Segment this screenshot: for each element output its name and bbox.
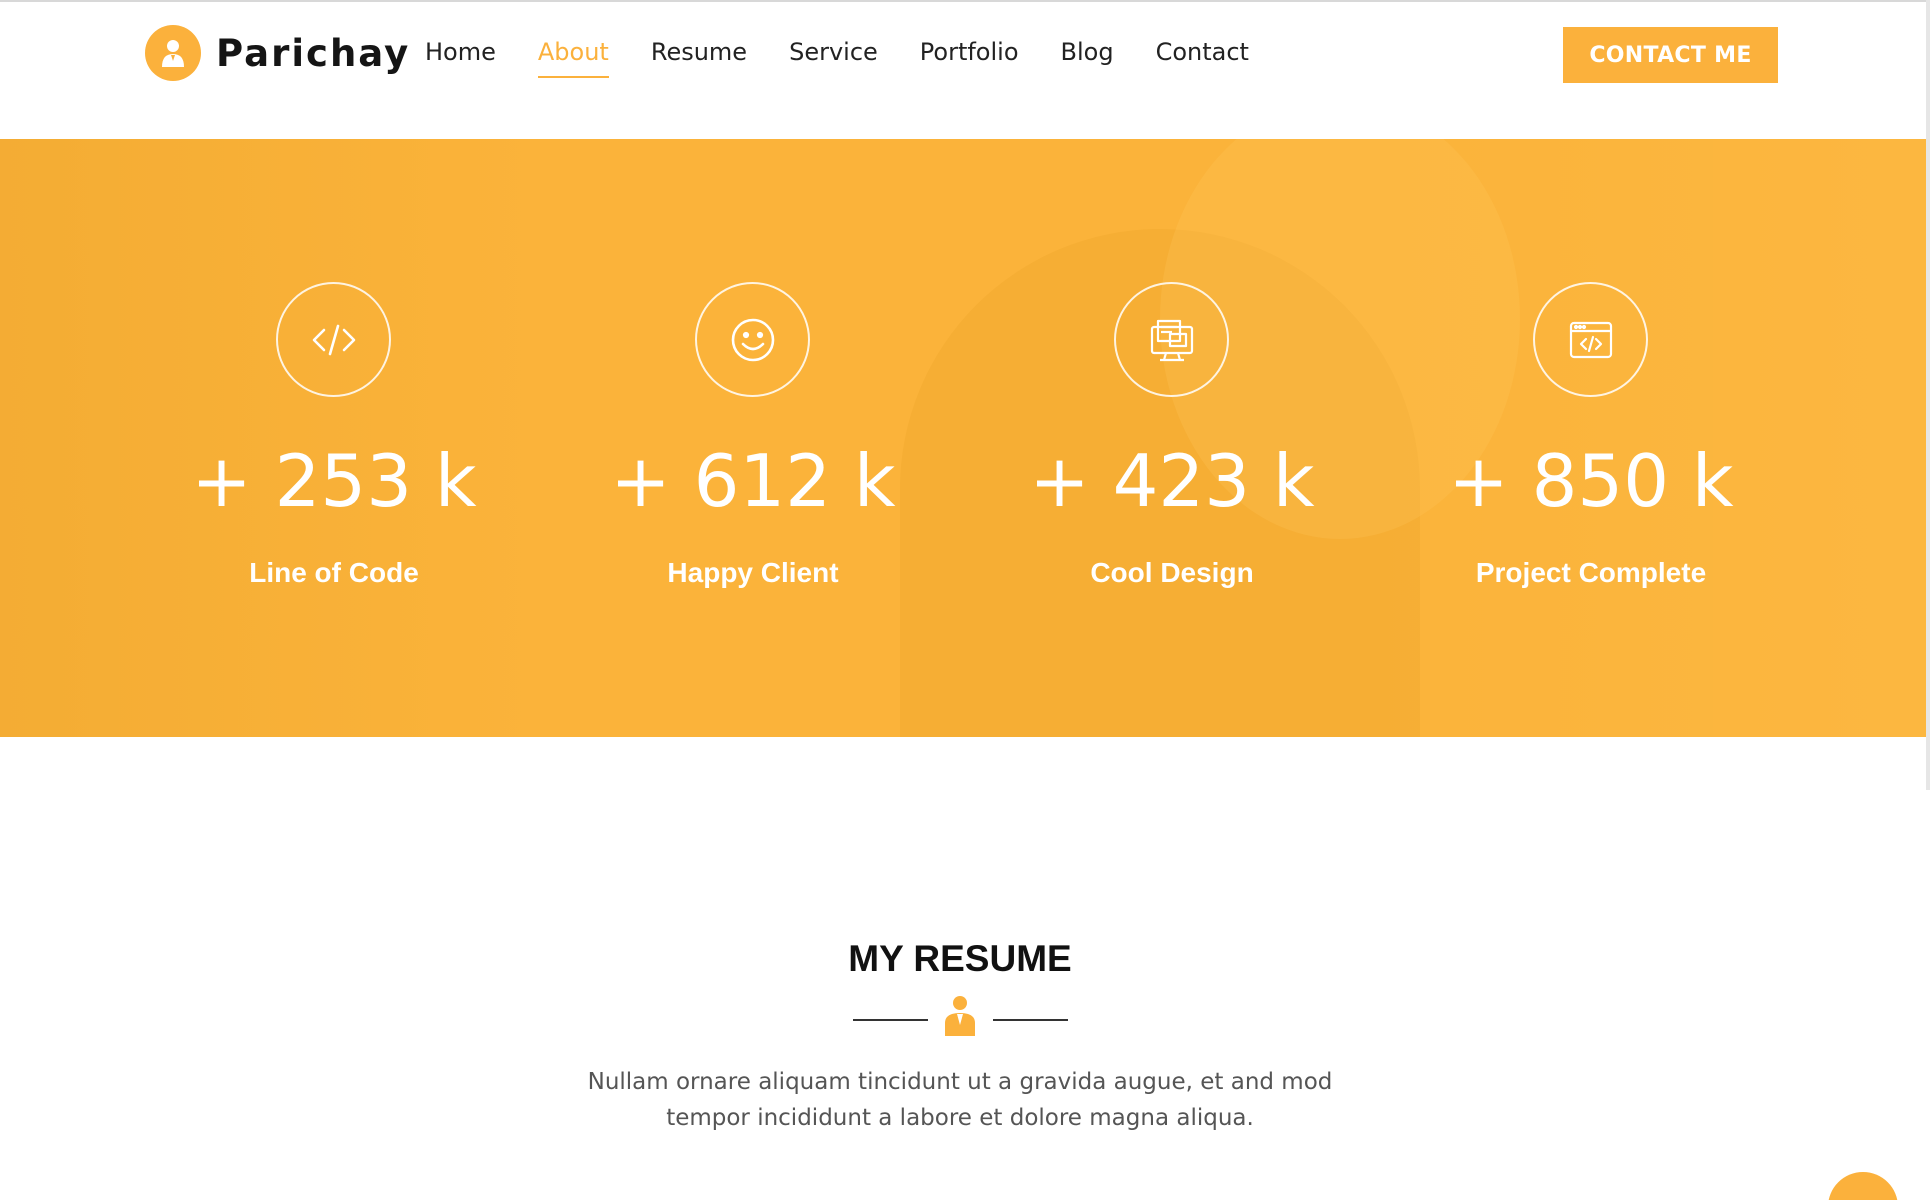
brand-logo[interactable]: Parichay (145, 25, 410, 81)
counter-label: Project Complete (1475, 557, 1707, 588)
counter-label: Happy Client (667, 557, 839, 588)
counter-value: + 612 k (610, 439, 896, 523)
site-header: Parichay Home About Resume Service Portf… (0, 2, 1930, 139)
counter-label: Line of Code (249, 557, 419, 588)
brand-name: Parichay (216, 31, 411, 75)
monitor-design-icon (1114, 282, 1229, 397)
title-divider (853, 995, 1068, 1037)
scrollbar[interactable] (1926, 0, 1930, 790)
nav-portfolio[interactable]: Portfolio (920, 38, 1019, 78)
background-shade (0, 139, 540, 737)
divider-line (993, 1019, 1068, 1021)
background-shade (1350, 139, 1930, 737)
nav-about[interactable]: About (537, 38, 609, 78)
smiley-icon (695, 282, 810, 397)
code-icon (276, 282, 391, 397)
contact-me-button[interactable]: CONTACT ME (1563, 27, 1778, 83)
person-icon (145, 25, 201, 81)
description-line: tempor incididunt a labore et dolore mag… (666, 1105, 1254, 1131)
nav-service[interactable]: Service (789, 38, 878, 78)
main-nav: Home About Resume Service Portfolio Blog… (425, 38, 1291, 78)
scroll-top-button[interactable] (1828, 1172, 1898, 1200)
counter-section: + 253 k Line of Code + 612 k Happy Clien… (0, 139, 1930, 737)
counter-value: + 423 k (1029, 439, 1315, 523)
section-title: MY RESUME (848, 938, 1072, 979)
counter-value: + 253 k (191, 439, 477, 523)
nav-resume[interactable]: Resume (651, 38, 747, 78)
counter-value: + 850 k (1448, 439, 1734, 523)
divider-line (853, 1019, 928, 1021)
counter-label: Cool Design (1090, 557, 1254, 588)
browser-code-icon (1533, 282, 1648, 397)
nav-blog[interactable]: Blog (1061, 38, 1114, 78)
section-description: Nullam ornare aliquam tincidunt ut a gra… (560, 1064, 1360, 1136)
nav-contact[interactable]: Contact (1156, 38, 1249, 78)
nav-home[interactable]: Home (425, 38, 496, 78)
description-line: Nullam ornare aliquam tincidunt ut a gra… (587, 1069, 1333, 1095)
person-icon (943, 995, 977, 1037)
